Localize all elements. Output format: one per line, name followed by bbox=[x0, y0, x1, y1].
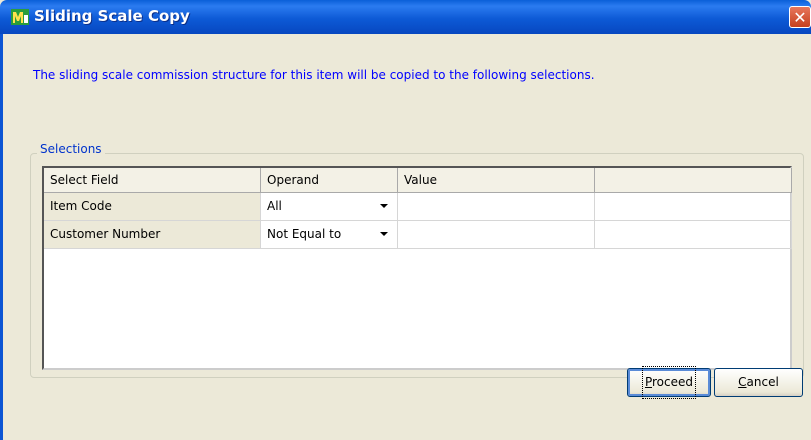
close-button[interactable]: ✕ bbox=[789, 6, 811, 28]
table-row[interactable]: Customer Number Not Equal to bbox=[44, 221, 792, 249]
proceed-label-rest: roceed bbox=[652, 375, 694, 389]
table-row[interactable]: Item Code All bbox=[44, 193, 792, 221]
column-header-operand[interactable]: Operand bbox=[261, 168, 398, 192]
title-bar[interactable]: Sliding Scale Copy ✕ bbox=[0, 0, 811, 34]
window-title: Sliding Scale Copy bbox=[34, 7, 190, 25]
close-icon: ✕ bbox=[793, 8, 807, 27]
operand-dropdown-button[interactable] bbox=[374, 196, 394, 216]
column-header-select-field[interactable]: Select Field bbox=[44, 168, 261, 192]
proceed-button-label: Proceed bbox=[641, 366, 697, 399]
proceed-button[interactable]: Proceed bbox=[627, 366, 711, 399]
grid-header: Select Field Operand Value bbox=[44, 168, 792, 193]
selections-grid[interactable]: Select Field Operand Value Item Code All… bbox=[42, 166, 792, 370]
extra-cell[interactable] bbox=[595, 193, 792, 220]
cancel-button-label: Cancel bbox=[738, 369, 779, 396]
value-cell[interactable] bbox=[398, 193, 595, 220]
cancel-label-rest: ancel bbox=[746, 375, 779, 389]
selections-group-label: Selections bbox=[37, 142, 105, 156]
proceed-mnemonic: P bbox=[644, 375, 653, 389]
info-message: The sliding scale commission structure f… bbox=[33, 68, 595, 82]
app-icon[interactable] bbox=[11, 9, 29, 25]
select-field-cell[interactable]: Customer Number bbox=[44, 221, 261, 248]
dropdown-arrow-icon bbox=[380, 232, 388, 236]
extra-cell[interactable] bbox=[595, 221, 792, 248]
cancel-mnemonic: C bbox=[738, 375, 747, 389]
column-header-extra[interactable] bbox=[595, 168, 792, 192]
value-cell[interactable] bbox=[398, 221, 595, 248]
dropdown-arrow-icon bbox=[380, 204, 388, 208]
cancel-button[interactable]: Cancel bbox=[714, 368, 803, 397]
operand-dropdown-button[interactable] bbox=[374, 224, 394, 244]
select-field-cell[interactable]: Item Code bbox=[44, 193, 261, 220]
column-header-value[interactable]: Value bbox=[398, 168, 595, 192]
